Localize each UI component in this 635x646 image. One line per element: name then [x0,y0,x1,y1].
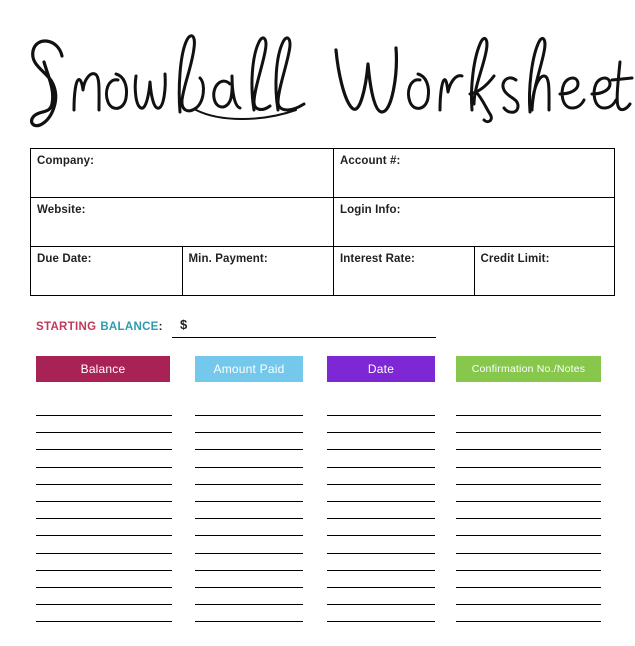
field-login-info[interactable]: Login Info: [333,197,615,247]
entry-line[interactable] [456,466,601,468]
entry-line[interactable] [327,569,435,571]
entry-line[interactable] [36,501,172,502]
entry-line[interactable] [327,449,435,451]
entry-line[interactable] [456,587,601,588]
column-header-amount-paid-label: Amount Paid [213,362,285,376]
entry-line[interactable] [36,587,172,588]
table-row: Due Date: Min. Payment: Interest Rate: C… [30,246,615,296]
entry-line[interactable] [456,604,601,606]
field-account-number[interactable]: Account #: [333,148,615,198]
table-row: Website: Login Info: [30,197,615,247]
entry-line[interactable] [195,535,303,537]
entry-line[interactable] [456,432,601,434]
entry-line[interactable] [36,621,172,623]
entry-line[interactable] [36,552,172,554]
entry-line[interactable] [327,415,435,416]
entry-line[interactable] [195,432,303,434]
entry-line[interactable] [36,432,172,434]
entry-line[interactable] [456,483,601,485]
column-header-balance-label: Balance [80,362,126,376]
entry-line[interactable] [456,552,601,554]
entry-line[interactable] [456,569,601,571]
entry-line[interactable] [195,415,303,416]
account-info-table: Company: Account #: Website: Login Info:… [30,148,615,296]
field-company[interactable]: Company: [30,148,334,198]
entry-line[interactable] [456,535,601,537]
column-header-amount-paid[interactable]: Amount Paid [195,356,303,382]
entry-line[interactable] [456,449,601,451]
field-credit-limit[interactable]: Credit Limit: [473,246,615,296]
starting-balance-colon: : [158,321,163,333]
entry-line[interactable] [36,569,172,571]
entry-line[interactable] [195,501,303,502]
entry-line[interactable] [456,415,601,416]
column-header-date-label: Date [367,362,395,376]
entry-line[interactable] [456,518,601,520]
entry-line[interactable] [327,466,435,468]
column-header-date[interactable]: Date [327,356,435,382]
entry-line[interactable] [195,518,303,520]
page-title [0,14,635,134]
entry-line[interactable] [36,518,172,520]
entry-line[interactable] [195,587,303,588]
starting-balance-word-starting: STARTING [36,321,97,333]
column-header-confirmation-notes-label: Confirmation No./Notes [471,363,586,375]
entry-line[interactable] [195,483,303,485]
entry-line[interactable] [456,501,601,502]
entry-line[interactable] [327,501,435,502]
entry-line[interactable] [195,569,303,571]
column-header-confirmation-notes[interactable]: Confirmation No./Notes [456,356,601,382]
entry-line[interactable] [195,466,303,468]
field-interest-rate[interactable]: Interest Rate: [333,246,475,296]
entry-line[interactable] [327,621,435,623]
entry-line[interactable] [36,483,172,485]
field-website[interactable]: Website: [30,197,334,247]
entry-line[interactable] [36,604,172,606]
title-script-artwork [30,34,634,128]
starting-balance-word-balance: BALANCE [100,321,159,333]
entry-line[interactable] [327,552,435,554]
entry-line[interactable] [195,604,303,606]
entry-line[interactable] [327,535,435,537]
entry-line[interactable] [327,587,435,588]
starting-balance-label: STARTING BALANCE : [36,319,163,341]
entry-line[interactable] [456,621,601,623]
entry-line[interactable] [36,535,172,537]
entry-line[interactable] [36,466,172,468]
entry-line[interactable] [36,415,172,416]
entry-line[interactable] [195,552,303,554]
column-header-balance[interactable]: Balance [36,356,170,382]
entry-line[interactable] [195,621,303,623]
field-due-date[interactable]: Due Date: [30,246,183,296]
entry-line[interactable] [327,604,435,606]
entry-line[interactable] [327,518,435,520]
entry-line[interactable] [327,432,435,434]
currency-symbol: $ [180,317,188,332]
entry-line[interactable] [195,449,303,451]
table-row: Company: Account #: [30,148,615,198]
field-min-payment[interactable]: Min. Payment: [181,246,334,296]
entry-line[interactable] [327,483,435,485]
entry-line[interactable] [36,449,172,451]
starting-balance-input[interactable] [172,337,436,338]
